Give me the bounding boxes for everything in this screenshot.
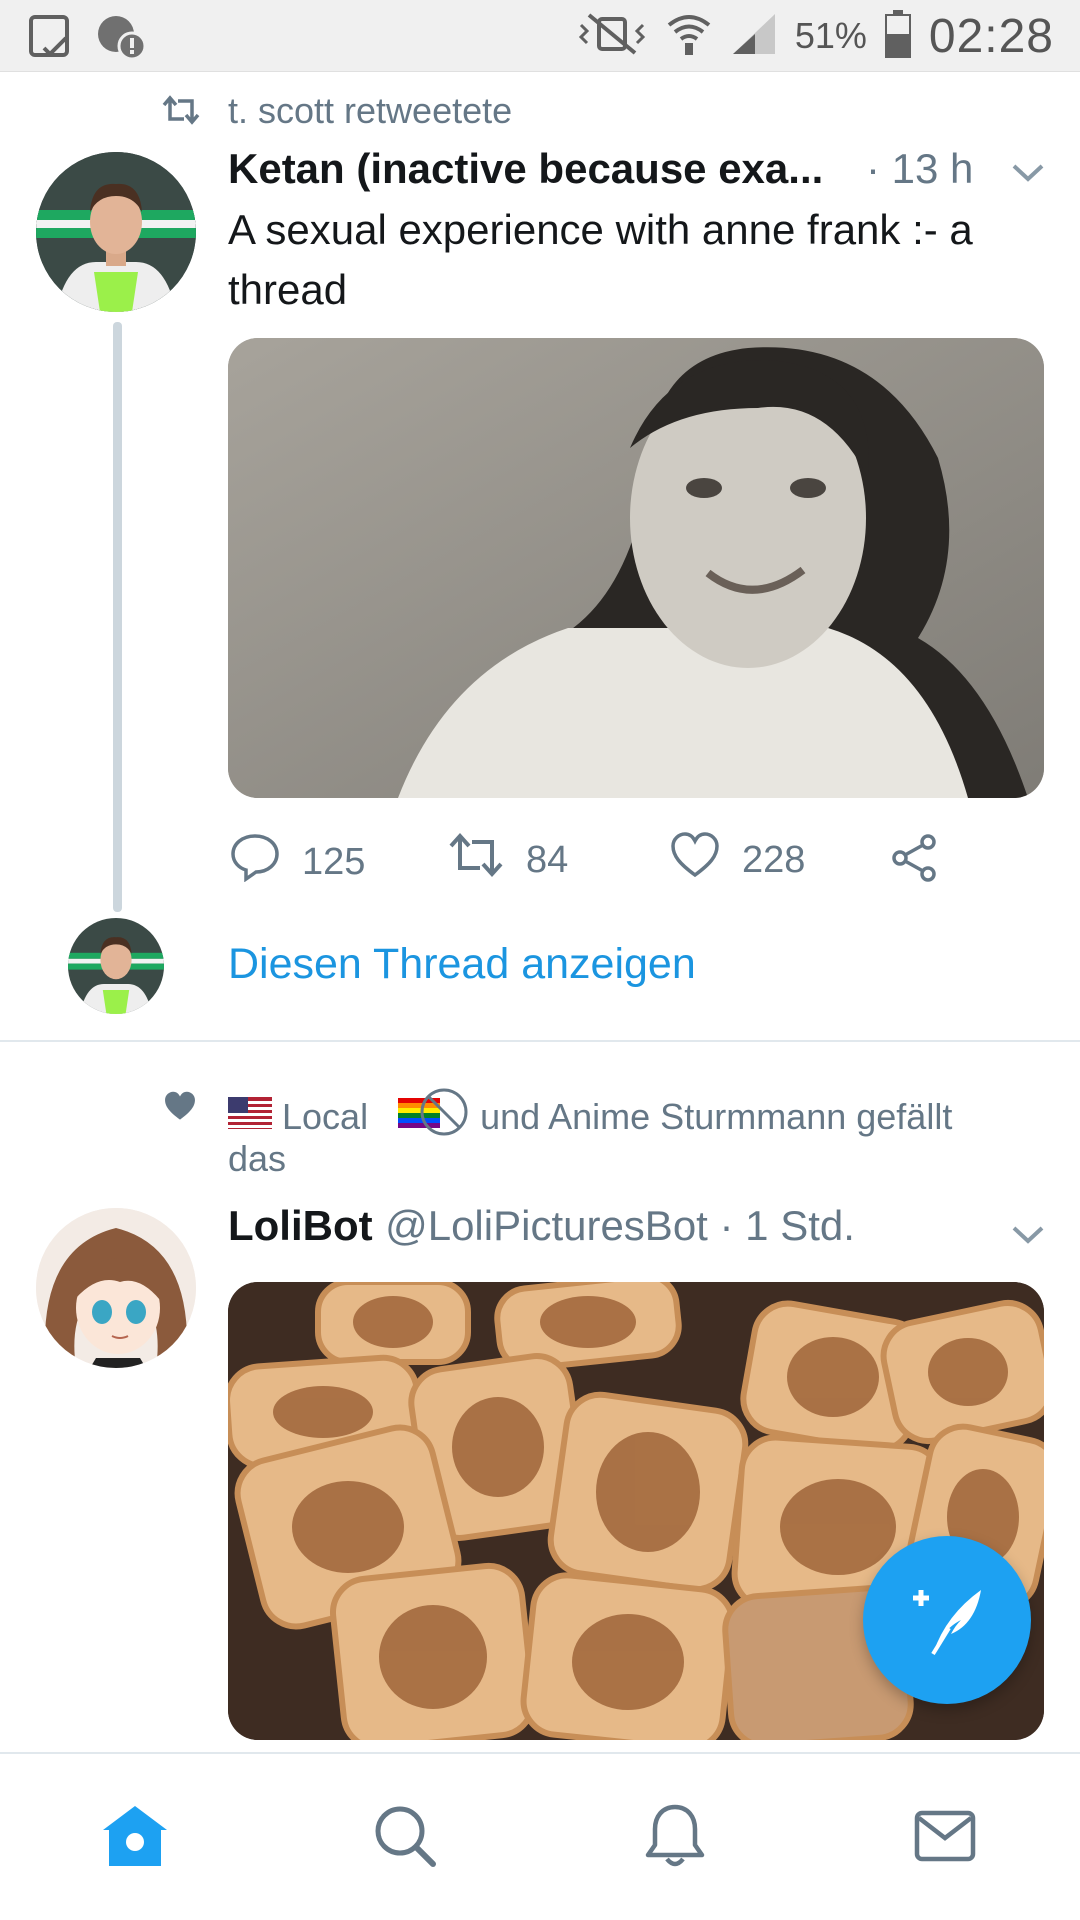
author-line: Ketan (inactive because exa... [228, 145, 908, 193]
share-icon [890, 834, 938, 892]
retweet-count: 84 [526, 838, 569, 881]
like-count: 228 [742, 838, 806, 881]
clock: 02:28 [928, 9, 1054, 63]
liked-by-tail: das [228, 1138, 287, 1179]
battery-icon [884, 9, 911, 63]
signal-icon [731, 12, 777, 61]
app-alert-icon [96, 14, 147, 65]
chevron-down-icon[interactable] [1010, 160, 1046, 189]
notifications-icon [644, 1803, 706, 1874]
messages-icon [914, 1810, 976, 1867]
mute-vibrate-icon [577, 12, 647, 60]
nav-search[interactable] [270, 1754, 540, 1920]
reply-count: 125 [302, 840, 366, 883]
liked-by-local: Local [282, 1095, 369, 1137]
tweet-image[interactable] [228, 338, 1044, 798]
us-flag-icon [228, 1096, 272, 1138]
compose-tweet-button[interactable] [863, 1536, 1031, 1704]
display-name[interactable]: Ketan (inactive because exa... [228, 145, 823, 192]
retweet-context-icon [162, 95, 200, 130]
liked-by-rest: und Anime Sturmmann gefällt [480, 1095, 953, 1137]
status-bar: 51% 02:28 [0, 0, 1080, 72]
share-button[interactable] [890, 834, 938, 892]
retweet-icon [448, 832, 504, 888]
avatar[interactable] [36, 1208, 196, 1368]
handle-time[interactable]: @LoliPicturesBot · 1 Std. [385, 1202, 855, 1249]
search-icon [373, 1804, 437, 1873]
tablet-check-icon [28, 14, 72, 63]
avatar[interactable] [36, 152, 196, 312]
battery-percent: 51% [794, 15, 867, 56]
timestamp[interactable]: · 13 h [866, 145, 973, 193]
heart-context-icon [163, 1090, 197, 1127]
compose-feather-icon [905, 1576, 989, 1665]
liked-by-context[interactable]: Local und Anime Sturmmann gefällt [228, 1085, 952, 1148]
display-name[interactable]: LoliBot [228, 1202, 373, 1249]
home-icon [101, 1804, 169, 1873]
thread-line [113, 322, 122, 912]
author-line: LoliBot @LoliPicturesBot · 1 Std. [228, 1202, 855, 1250]
tweet-divider [0, 1040, 1080, 1042]
like-button[interactable]: 228 [670, 832, 805, 888]
heart-icon [670, 832, 720, 888]
bottom-navigation [0, 1752, 1080, 1920]
reply-icon [230, 832, 280, 892]
retweet-button[interactable]: 84 [448, 832, 568, 888]
nav-messages[interactable] [810, 1754, 1080, 1920]
nav-home[interactable] [0, 1754, 270, 1920]
tweet-text: A sexual experience with anne frank :- a… [228, 206, 973, 313]
status-right: 51% 02:28 [577, 0, 1054, 72]
reply-button[interactable]: 125 [230, 832, 365, 892]
nav-notifications[interactable] [540, 1754, 810, 1920]
retweet-context[interactable]: t. scott retweetete [228, 90, 512, 132]
thread-avatar[interactable] [68, 918, 164, 1014]
rainbow-flag-no-icon [396, 1085, 470, 1148]
show-thread-link[interactable]: Diesen Thread anzeigen [228, 940, 696, 989]
chevron-down-icon[interactable] [1010, 1222, 1046, 1251]
wifi-icon [665, 11, 713, 62]
